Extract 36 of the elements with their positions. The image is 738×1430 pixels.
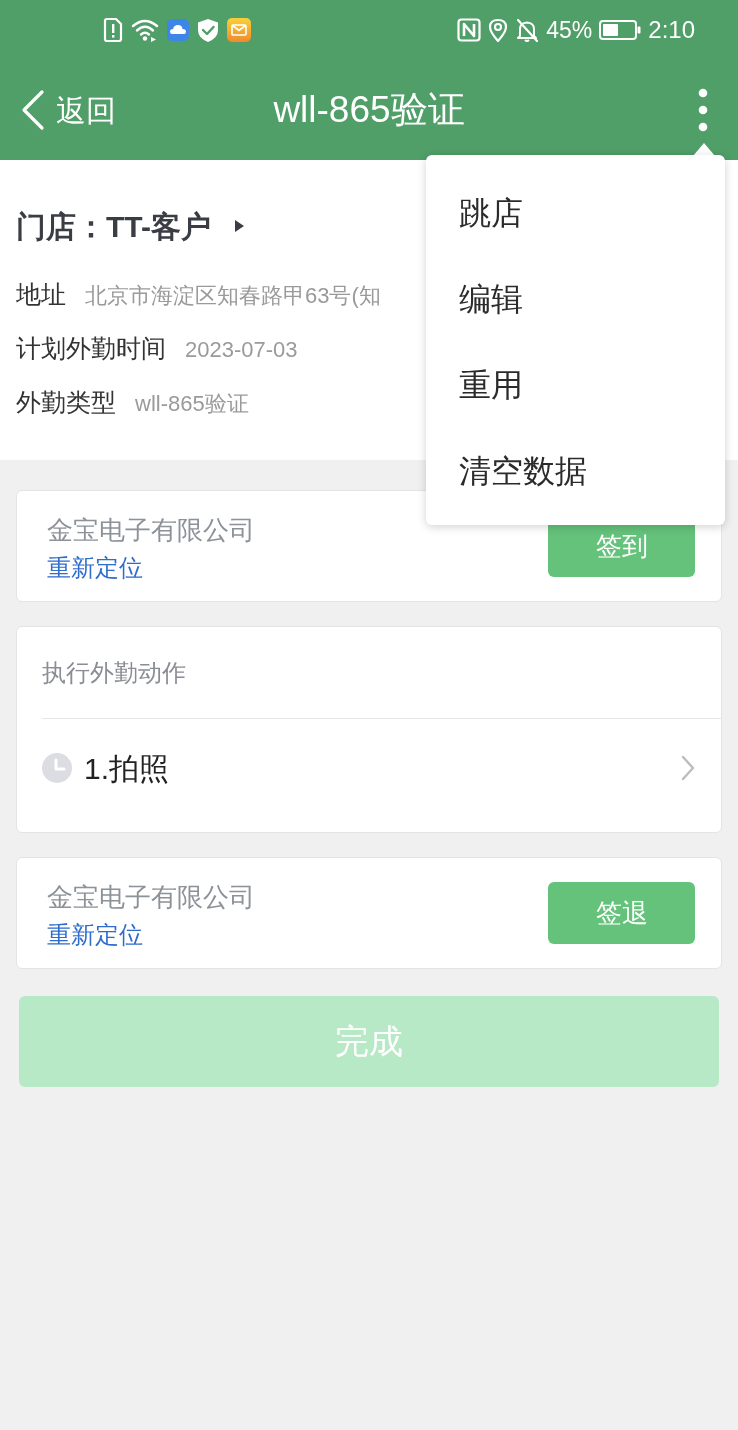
more-vertical-icon xyxy=(698,88,708,132)
field-label: 计划外勤时间 xyxy=(16,333,166,365)
clock-time: 2:10 xyxy=(648,18,695,42)
chevron-right-icon xyxy=(681,755,695,781)
cloud-app-icon xyxy=(167,19,189,41)
company-name: 金宝电子有限公司 xyxy=(47,514,255,547)
menu-item[interactable]: 重用 xyxy=(426,342,725,428)
caret-right-icon xyxy=(235,220,244,232)
menu-item[interactable]: 跳店 xyxy=(426,170,725,256)
mail-app-icon xyxy=(227,18,251,42)
menu-item[interactable]: 清空数据 xyxy=(426,428,725,514)
sim-alert-icon xyxy=(103,17,123,43)
battery-percent: 45% xyxy=(546,18,593,42)
company-name: 金宝电子有限公司 xyxy=(47,881,255,914)
location-pin-icon xyxy=(488,17,509,43)
field-value: 北京市海淀区知春路甲63号(知 xyxy=(85,281,381,310)
back-chevron-icon xyxy=(20,89,46,131)
bell-off-icon xyxy=(515,17,540,43)
back-button[interactable]: 返回 xyxy=(0,87,116,133)
menu-item[interactable]: 编辑 xyxy=(426,256,725,342)
more-menu-button[interactable] xyxy=(696,87,710,133)
field-value: 2023-07-03 xyxy=(185,335,298,364)
clock-icon xyxy=(42,753,72,783)
field-value: wll-865验证 xyxy=(135,389,249,418)
nfc-icon xyxy=(457,18,482,42)
wifi-icon xyxy=(131,18,159,42)
store-title: 门店：TT-客户 xyxy=(16,208,211,245)
relocate-link[interactable]: 重新定位 xyxy=(47,916,143,953)
field-label: 地址 xyxy=(16,279,66,311)
action-item[interactable]: 1.拍照 xyxy=(17,719,721,817)
battery-icon xyxy=(599,19,642,41)
relocate-link[interactable]: 重新定位 xyxy=(47,549,143,586)
shield-check-icon xyxy=(197,17,219,43)
section-title: 执行外勤动作 xyxy=(42,657,186,688)
page-title: wll-865验证 xyxy=(273,88,465,133)
field-label: 外勤类型 xyxy=(16,387,116,419)
